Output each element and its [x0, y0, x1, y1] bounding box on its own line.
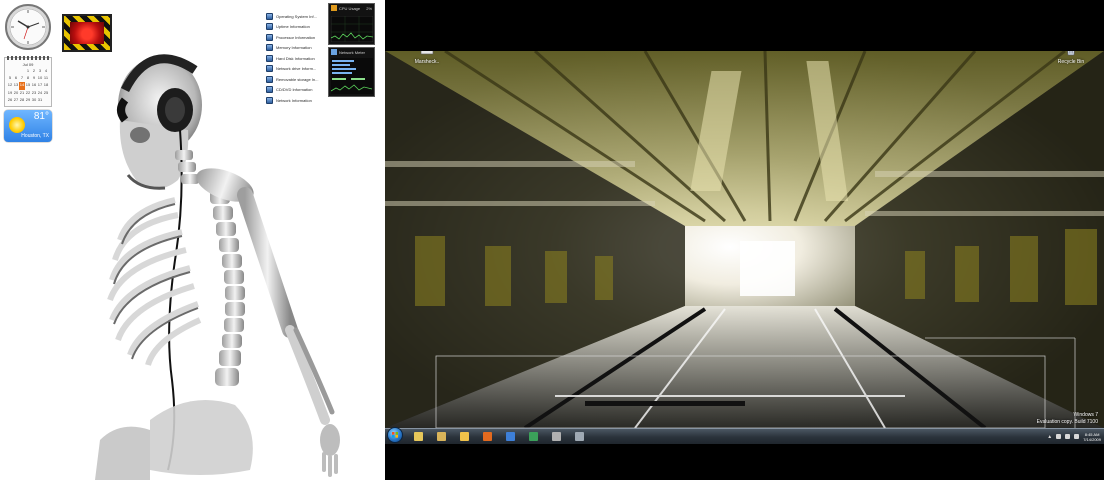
- system-info-item[interactable]: Processor Information: [266, 32, 324, 43]
- taskbar-button-windows-explorer[interactable]: [411, 430, 425, 442]
- watermark-line-1: Windows 7: [1073, 412, 1098, 418]
- cpu-usage-value: 2%: [366, 6, 372, 11]
- calendar-day[interactable]: 25: [43, 90, 49, 97]
- windows-explorer-icon: [413, 431, 423, 441]
- system-info-item[interactable]: Memory Information: [266, 43, 324, 54]
- weather-gadget[interactable]: 81° Houston, TX: [4, 110, 52, 142]
- taskbar-button-firefox[interactable]: [480, 430, 494, 442]
- taskbar-clock[interactable]: 8:45 AM 7/14/2009: [1083, 432, 1101, 442]
- network-meter-gadget[interactable]: Network Meter: [328, 47, 375, 97]
- clock-face-icon: [5, 4, 51, 50]
- firefox-icon: [482, 431, 492, 441]
- info-category-icon: [266, 54, 273, 62]
- system-info-label: Network drive Inform...: [276, 66, 317, 72]
- system-info-label: Processor Information: [276, 34, 316, 40]
- taskbar-button-paint[interactable]: [434, 430, 448, 442]
- info-category-icon: [266, 96, 273, 104]
- info-category-icon: [266, 12, 273, 20]
- cpu-usage-gadget[interactable]: CPU Usage 2%: [328, 3, 375, 45]
- notification-area: ▲ 8:45 AM 7/14/2009: [1047, 429, 1101, 444]
- sunny-icon: [9, 117, 25, 133]
- action-center-flag-icon[interactable]: [1056, 434, 1062, 439]
- calendar-day[interactable]: 11: [43, 75, 49, 82]
- taskbar: ▲ 8:45 AM 7/14/2009: [385, 427, 1104, 444]
- recycle-bin-icon: [1067, 51, 1075, 56]
- start-button[interactable]: [387, 427, 403, 443]
- show-hidden-icons-chevron-icon[interactable]: ▲: [1047, 434, 1052, 440]
- excel-icon: [528, 431, 538, 441]
- system-info-item[interactable]: Network Information: [266, 95, 324, 106]
- info-category-icon: [266, 33, 273, 41]
- app-icon: [574, 431, 584, 441]
- volume-icon[interactable]: [1074, 434, 1080, 439]
- calendar-rings: [7, 56, 49, 60]
- desktop-icon-label: Recycle Bin: [1057, 59, 1085, 65]
- weather-location: Houston, TX: [21, 133, 49, 139]
- network-icon: [331, 49, 337, 55]
- cpu-icon: [331, 5, 337, 11]
- calendar-gadget[interactable]: Jul 09 1 2 3 4 5 6 7 8 9 10 11 12 13 14 15 16 17 18 19 20 21…: [4, 56, 52, 107]
- media-icon: [551, 431, 561, 441]
- desktop-icon-recycle-bin[interactable]: Recycle Bin: [1054, 51, 1088, 65]
- system-info-label: CD/DVD Information: [276, 87, 313, 93]
- system-info-item[interactable]: Hard Disk Information: [266, 53, 324, 64]
- calendar-day[interactable]: 4: [43, 68, 49, 75]
- system-information-gadget[interactable]: Operating System Inf... Uptime Informatio…: [266, 11, 324, 104]
- taskbar-button-word[interactable]: [503, 430, 517, 442]
- calendar-grid: 1 2 3 4 5 6 7 8 9 10 11 12 13 14 15 16 17 18 19 20 21 22 23 24 2…: [7, 68, 49, 104]
- desktop-icon-computer[interactable]: Marsheck..: [410, 51, 444, 65]
- weather-temperature: 81°: [33, 111, 49, 122]
- info-category-icon: [266, 23, 273, 31]
- system-info-item[interactable]: Removable storage In...: [266, 74, 324, 85]
- taskbar-button-excel[interactable]: [526, 430, 540, 442]
- paint-icon: [436, 431, 446, 441]
- desktop-wallpaper-area[interactable]: Marsheck.. Recycle Bin Windows 7 Evaluat…: [385, 51, 1104, 428]
- system-info-label: Removable storage In...: [276, 76, 319, 82]
- windows-evaluation-watermark: Windows 7 Evaluation copy. Build 7100: [1037, 412, 1098, 426]
- computer-icon: [420, 51, 434, 55]
- system-info-item[interactable]: Operating System Inf...: [266, 11, 324, 22]
- clock-date: 7/14/2009: [1083, 436, 1101, 442]
- system-info-label: Uptime Information: [276, 24, 310, 30]
- network-tray-icon[interactable]: [1065, 434, 1071, 439]
- taskbar-button-mail[interactable]: [457, 430, 471, 442]
- slideshow-gadget[interactable]: [62, 14, 112, 52]
- right-monitor-desktop: Marsheck.. Recycle Bin Windows 7 Evaluat…: [385, 0, 1104, 480]
- info-category-icon: [266, 65, 273, 73]
- clock-time: 8:45 AM: [1084, 431, 1100, 437]
- taskbar-button-media[interactable]: [549, 430, 563, 442]
- system-info-item[interactable]: Uptime Information: [266, 22, 324, 33]
- system-info-item[interactable]: CD/DVD Information: [266, 85, 324, 96]
- system-info-label: Network Information: [276, 97, 312, 103]
- network-meter-readout: [331, 58, 373, 94]
- info-category-icon: [266, 86, 273, 94]
- taskbar-button-app[interactable]: [572, 430, 586, 442]
- calendar-day[interactable]: 31: [37, 97, 43, 104]
- watermark-line-2: Evaluation copy. Build 7100: [1036, 419, 1098, 425]
- cpu-usage-title: CPU Usage: [339, 6, 361, 11]
- info-category-icon: [266, 75, 273, 83]
- left-monitor-desktop: Jul 09 1 2 3 4 5 6 7 8 9 10 11 12 13 14 15 16 17 18 19 20 21…: [0, 0, 385, 480]
- word-icon: [505, 431, 515, 441]
- clock-gadget[interactable]: [4, 3, 52, 51]
- calendar-day[interactable]: 18: [43, 82, 49, 89]
- network-meter-title: Network Meter: [339, 50, 366, 55]
- system-info-label: Operating System Inf...: [276, 13, 317, 19]
- system-info-label: Memory Information: [276, 45, 312, 51]
- slideshow-image: [70, 22, 104, 44]
- system-info-label: Hard Disk Information: [276, 55, 315, 61]
- corridor-wallpaper: [385, 51, 1104, 428]
- system-info-item[interactable]: Network drive Inform...: [266, 64, 324, 75]
- cpu-usage-graph: [331, 16, 373, 42]
- mail-icon: [459, 431, 469, 441]
- calendar-month: Jul 09: [22, 62, 34, 67]
- desktop-icon-label: Marsheck..: [414, 59, 440, 65]
- info-category-icon: [266, 44, 273, 52]
